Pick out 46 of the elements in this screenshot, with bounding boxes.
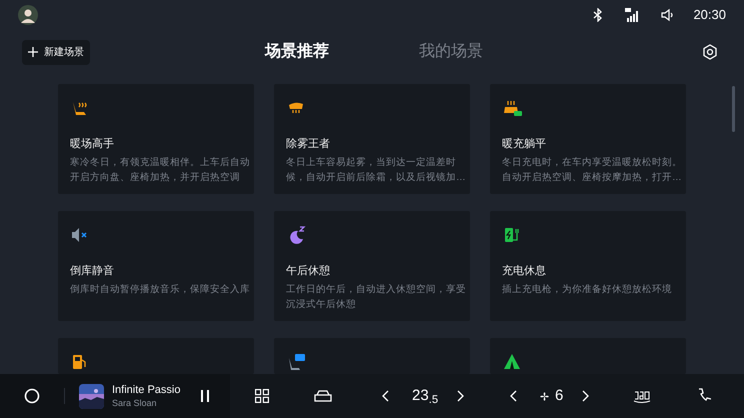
volume-icon[interactable] — [661, 8, 676, 22]
artist-name: Sara Sloan — [112, 397, 158, 409]
temperature-value: 23$_{.5}$ — [412, 386, 440, 408]
seat-screen-icon — [286, 352, 306, 372]
tent-icon — [502, 352, 522, 372]
chevron-right-icon[interactable] — [456, 390, 464, 402]
chevron-right-icon[interactable] — [581, 390, 590, 402]
car-icon[interactable] — [314, 389, 332, 403]
plus-icon — [28, 47, 38, 57]
scene-card[interactable]: 暖场高手 寒冷冬日，有领克温暖相伴。上车后自动开启方向盘、座椅加热，并开启热空调 — [58, 84, 254, 194]
tab[interactable]: 我的场景 — [419, 40, 483, 64]
new-scene-button[interactable]: 新建场景 — [22, 40, 90, 64]
heater-charging-icon — [502, 98, 522, 118]
fan-speed-value: 6 — [555, 386, 564, 406]
card-description: 寒冷冬日，有领克温暖相伴。上车后自动开启方向盘、座椅加热，并开启热空调 — [70, 156, 251, 185]
scene-card[interactable]: 充电休息 插上充电枪，为你准备好休憩放松环境 — [490, 211, 686, 321]
bluetooth-icon[interactable] — [593, 8, 604, 22]
pause-icon[interactable] — [200, 390, 210, 402]
card-title: 暖场高手 — [70, 137, 115, 151]
chevron-left-icon[interactable] — [510, 390, 518, 402]
signal-icon — [625, 8, 640, 22]
card-description: 倒库时自动暂停播放音乐，保障安全入库 — [70, 283, 251, 297]
clock-time: 20:30 — [693, 6, 726, 24]
panorama-360-icon[interactable] — [633, 389, 652, 403]
song-title: Infinite Passio — [112, 383, 182, 397]
fan-icon — [538, 390, 551, 402]
card-title: 除雾王者 — [286, 137, 331, 151]
settings-icon[interactable] — [702, 44, 718, 60]
scene-card[interactable]: 午后休憩 工作日的午后，自动进入休憩空间，享受沉浸式午后休憩 — [274, 211, 470, 321]
chevron-left-icon[interactable] — [382, 390, 390, 402]
scene-card[interactable]: 暖充躺平 冬日充电时，在车内享受温暖放松时刻。自动开启热空调、座椅按摩加热，打开… — [490, 84, 686, 194]
card-description: 冬日上车容易起雾，当到达一定温差时候，自动开启前后除霜，以及后视镜加… — [286, 156, 467, 185]
scene-card[interactable]: 除雾王者 冬日上车容易起雾，当到达一定温差时候，自动开启前后除霜，以及后视镜加… — [274, 84, 470, 194]
card-title: 充电休息 — [502, 264, 547, 278]
card-title: 午后休憩 — [286, 264, 331, 278]
scrollbar[interactable] — [732, 86, 735, 132]
avatar-icon[interactable] — [18, 5, 38, 25]
scene-card[interactable]: 倒库静音 倒库时自动暂停播放音乐，保障安全入库 — [58, 211, 254, 321]
home-button[interactable] — [24, 388, 40, 404]
card-description: 插上充电枪，为你准备好休憩放松环境 — [502, 283, 673, 297]
card-title: 倒库静音 — [70, 264, 115, 278]
card-description: 工作日的午后，自动进入休憩空间，享受沉浸式午后休憩 — [286, 283, 467, 312]
card-title: 暖充躺平 — [502, 137, 547, 151]
card-description: 冬日充电时，在车内享受温暖放松时刻。自动开启热空调、座椅按摩加热，打开… — [502, 156, 683, 185]
tab[interactable]: 场景推荐 — [265, 40, 329, 64]
grid-icon[interactable] — [255, 389, 269, 403]
